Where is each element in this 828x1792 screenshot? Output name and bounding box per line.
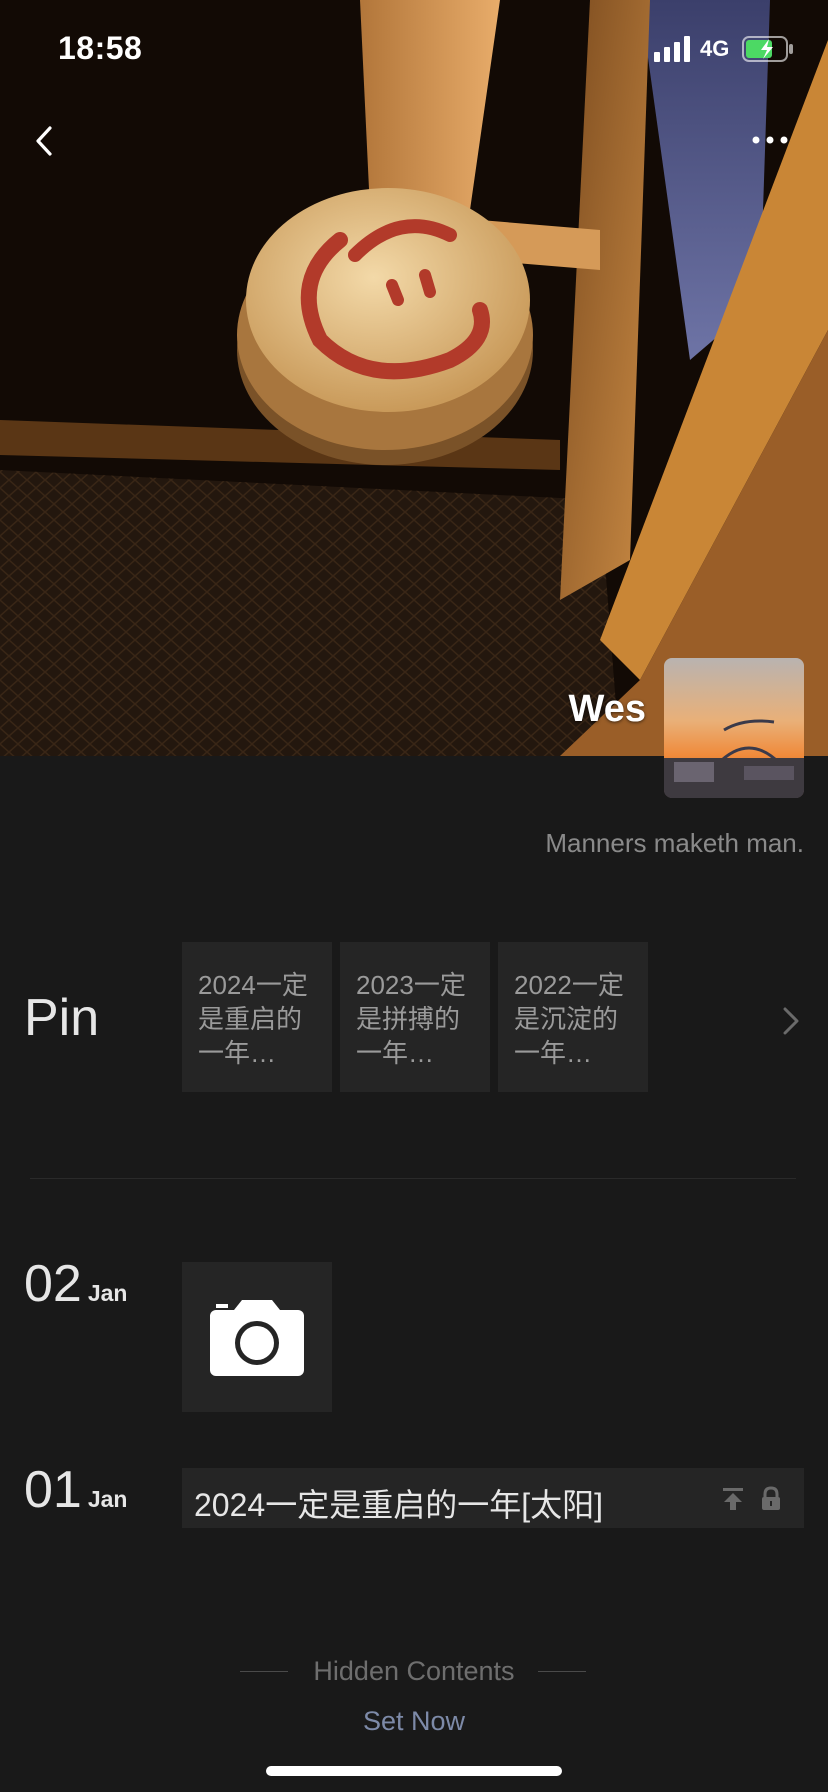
avatar-image	[664, 658, 804, 798]
cover-photo-art	[0, 0, 828, 756]
status-time: 18:58	[58, 30, 143, 66]
new-post-camera-button[interactable]	[182, 1262, 332, 1412]
pin-card[interactable]: 2022一定是沉淀的一年…	[498, 942, 648, 1092]
pin-label: Pin	[24, 989, 100, 1047]
battery-icon	[742, 36, 793, 62]
moment-day: 02	[24, 1255, 82, 1313]
moment-date: 01 Jan	[24, 1460, 127, 1520]
lock-icon	[762, 1486, 780, 1510]
home-indicator[interactable]	[266, 1766, 562, 1776]
camera-icon	[210, 1300, 304, 1376]
hidden-divider-right	[538, 1671, 586, 1672]
moment-date: 02 Jan	[24, 1254, 127, 1314]
network-type: 4G	[700, 36, 730, 61]
chevron-right-icon[interactable]	[780, 1004, 802, 1038]
ellipsis-icon[interactable]	[746, 124, 794, 156]
pin-card-text: 2022一定是沉淀的一年…	[514, 970, 624, 1068]
signal-icon	[654, 36, 690, 62]
hidden-contents-label: Hidden Contents	[313, 1656, 515, 1686]
moment-month: Jan	[87, 1486, 128, 1512]
set-now-link[interactable]: Set Now	[0, 1706, 828, 1737]
pin-card-text: 2023一定是拼搏的一年…	[356, 970, 466, 1068]
moment-post-text: 2024一定是重启的一年[太阳]	[194, 1487, 603, 1523]
moment-month: Jan	[87, 1280, 128, 1306]
status-bar: 18:58 4G	[0, 0, 828, 100]
avatar[interactable]	[664, 658, 804, 798]
pin-card[interactable]: 2024一定是重启的一年…	[182, 942, 332, 1092]
chevron-left-icon[interactable]	[26, 116, 66, 166]
cover-photo[interactable]	[0, 0, 828, 756]
profile-name[interactable]: Wes	[569, 688, 646, 731]
pin-card[interactable]: 2023一定是拼搏的一年…	[340, 942, 490, 1092]
profile-signature: Manners maketh man.	[545, 828, 804, 858]
moment-day: 01	[24, 1461, 82, 1519]
moment-post[interactable]: 2024一定是重启的一年[太阳]	[182, 1468, 804, 1528]
section-divider	[30, 1178, 796, 1179]
pin-card-text: 2024一定是重启的一年…	[198, 970, 308, 1068]
pin-top-icon	[723, 1488, 743, 1510]
